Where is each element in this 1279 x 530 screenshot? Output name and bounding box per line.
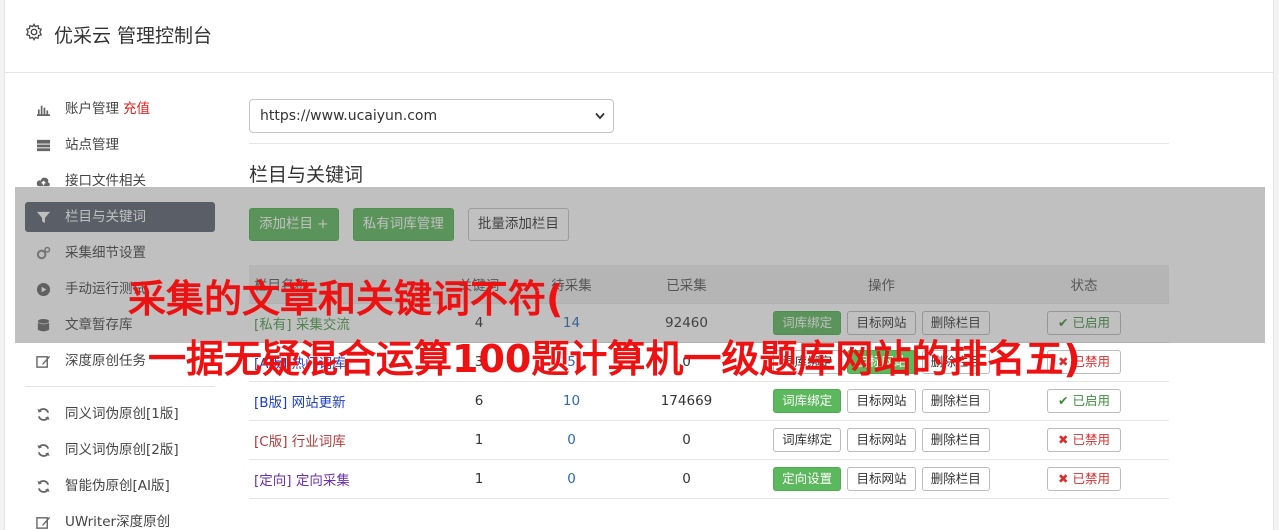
table-row: [B版] 网站更新 6 10 174669 词库绑定 目标网站 删除栏目 ✔ 已… [249, 380, 1169, 420]
keyword-count: 6 [424, 380, 534, 420]
column-title: 定向采集 [295, 472, 350, 489]
column-title: 行业词库 [291, 433, 346, 450]
table-row: [C版] 行业词库 1 0 0 词库绑定 目标网站 删除栏目 ✖ 已禁用 [249, 419, 1169, 459]
site-select-value: https://www.ucaiyun.com [260, 108, 438, 124]
status-cell: ✖ 已禁用 [999, 419, 1169, 459]
close-icon: ✖ [1058, 470, 1069, 486]
refresh-icon [37, 408, 50, 421]
column-name[interactable]: [C版] 行业词库 [249, 419, 424, 459]
delete-column-button[interactable]: 删除栏目 [921, 466, 990, 491]
close-icon: ✖ [1058, 431, 1069, 447]
column-tag: [B版] [254, 394, 288, 411]
bar-chart-icon [36, 105, 51, 116]
sidebar-item-uwriter[interactable]: UWriter深度原创 [25, 507, 215, 530]
site-select[interactable]: https://www.ucaiyun.com [249, 99, 614, 133]
edit-icon [36, 516, 51, 529]
done-count: 174669 [609, 380, 764, 420]
keyword-count: 1 [424, 419, 534, 459]
pending-count[interactable]: 0 [534, 458, 609, 499]
pending-count[interactable]: 10 [534, 380, 609, 420]
sidebar-item-ai-original[interactable]: 智能伪原创[AI版] [25, 471, 215, 501]
column-name[interactable]: [定向] 定向采集 [249, 458, 424, 499]
status-label: 已禁用 [1072, 470, 1110, 486]
recharge-link[interactable]: 充值 [123, 101, 150, 117]
target-site-button[interactable]: 目标网站 [847, 427, 916, 452]
sidebar-divider [25, 386, 215, 387]
sidebar-item-label: 站点管理 [65, 137, 119, 153]
status-toggle[interactable]: ✖ 已禁用 [1047, 466, 1121, 491]
direct-settings-button[interactable]: 定向设置 [773, 466, 842, 491]
column-title: 网站更新 [291, 394, 346, 411]
divider [249, 143, 1169, 144]
column-tag: [定向] [254, 472, 292, 489]
chevron-down-icon [595, 112, 605, 120]
done-count: 0 [609, 458, 764, 499]
refresh-icon [37, 480, 50, 493]
page-title: 优采云 管理控制台 [54, 25, 213, 47]
status-label: 已启用 [1072, 392, 1110, 408]
sidebar-item-label: 深度原创任务 [65, 353, 146, 369]
status-cell: ✔ 已启用 [999, 380, 1169, 420]
sidebar-item-label: 同义词伪原创[2版] [65, 442, 179, 458]
keyword-count: 1 [424, 458, 534, 499]
sidebar-item-label: 账户管理 [65, 101, 119, 117]
status-toggle[interactable]: ✔ 已启用 [1047, 388, 1121, 413]
refresh-icon [37, 444, 50, 457]
delete-column-button[interactable]: 删除栏目 [921, 427, 990, 452]
overlay-text-line1: 采集的文章和关键词不符( [128, 277, 564, 321]
sidebar-item-sites[interactable]: 站点管理 [25, 130, 215, 160]
server-icon [36, 139, 51, 152]
sidebar-item-label: 同义词伪原创[1版] [65, 406, 179, 422]
header: 优采云 管理控制台 [5, 0, 1273, 73]
column-name[interactable]: [B版] 网站更新 [249, 380, 424, 420]
target-site-button[interactable]: 目标网站 [847, 466, 916, 491]
pending-count[interactable]: 0 [534, 419, 609, 459]
check-icon: ✔ [1058, 392, 1069, 408]
status-cell: ✖ 已禁用 [999, 458, 1169, 499]
status-label: 已禁用 [1072, 431, 1110, 447]
actions: 定向设置 目标网站 删除栏目 [764, 458, 999, 499]
sidebar-item-label: 智能伪原创[AI版] [65, 478, 170, 494]
gear-icon [25, 23, 43, 41]
table-row: [定向] 定向采集 1 0 0 定向设置 目标网站 删除栏目 ✖ 已禁用 [249, 458, 1169, 499]
sidebar-item-account[interactable]: 账户管理 充值 [25, 94, 215, 124]
status-toggle[interactable]: ✖ 已禁用 [1047, 427, 1121, 452]
lib-bind-button[interactable]: 词库绑定 [773, 427, 842, 452]
done-count: 0 [609, 419, 764, 459]
column-tag: [C版] [254, 433, 288, 450]
section-title: 栏目与关键词 [249, 164, 364, 186]
overlay-text-line2: 一据无疑混合运算100题计算机一级题库网站的排名五) [148, 337, 1081, 381]
actions: 词库绑定 目标网站 删除栏目 [764, 419, 999, 459]
target-site-button[interactable]: 目标网站 [847, 388, 916, 413]
sidebar-item-synonym-v1[interactable]: 同义词伪原创[1版] [25, 399, 215, 429]
delete-column-button[interactable]: 删除栏目 [921, 388, 990, 413]
edit-icon [36, 355, 51, 368]
actions: 词库绑定 目标网站 删除栏目 [764, 380, 999, 420]
lib-bind-button[interactable]: 词库绑定 [773, 388, 842, 413]
sidebar-item-label: UWriter深度原创 [65, 514, 171, 530]
sidebar-item-synonym-v2[interactable]: 同义词伪原创[2版] [25, 435, 215, 465]
